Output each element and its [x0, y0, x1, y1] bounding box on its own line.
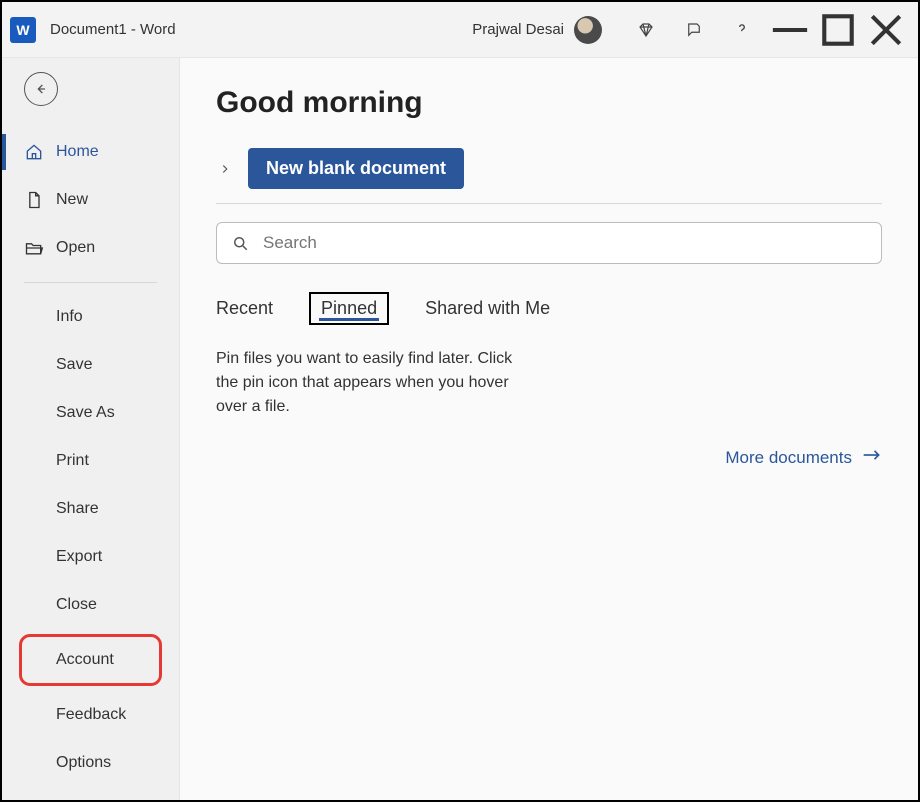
search-icon [231, 234, 249, 252]
more-documents-row: More documents [216, 447, 882, 468]
secondary-nav: Info Save Save As Print Share Export Clo… [2, 293, 179, 787]
new-blank-document-button[interactable]: New blank document [248, 148, 464, 189]
folder-open-icon [24, 238, 44, 258]
word-app-icon: W [10, 17, 36, 43]
sidebar-item-label: Account [56, 651, 114, 669]
user-name: Prajwal Desai [472, 21, 564, 38]
sidebar-item-label: Info [56, 308, 83, 326]
search-input[interactable] [263, 233, 867, 253]
sidebar-item-save-as[interactable]: Save As [2, 389, 179, 437]
sidebar-item-account[interactable]: Account [16, 631, 165, 689]
close-button[interactable] [862, 10, 910, 50]
tab-pinned[interactable]: Pinned [309, 292, 389, 325]
user-avatar[interactable] [574, 16, 602, 44]
sidebar-item-open[interactable]: Open [2, 224, 179, 272]
help-icon[interactable] [718, 10, 766, 50]
diamond-icon[interactable] [622, 10, 670, 50]
tab-shared-with-me[interactable]: Shared with Me [425, 294, 550, 323]
backstage-sidebar: Home New Open Info Save [2, 58, 180, 800]
sidebar-item-label: Open [56, 239, 95, 257]
search-box[interactable] [216, 222, 882, 264]
sidebar-item-new[interactable]: New [2, 176, 179, 224]
greeting-heading: Good morning [216, 86, 882, 120]
sidebar-item-label: Print [56, 452, 89, 470]
sidebar-item-share[interactable]: Share [2, 485, 179, 533]
sidebar-item-label: New [56, 191, 88, 209]
pinned-empty-hint: Pin files you want to easily find later.… [216, 347, 526, 419]
sidebar-item-close[interactable]: Close [2, 581, 179, 629]
minimize-button[interactable] [766, 10, 814, 50]
home-icon [24, 142, 44, 162]
chevron-right-icon[interactable] [216, 160, 234, 178]
sidebar-item-label: Close [56, 596, 97, 614]
divider [216, 203, 882, 204]
sidebar-item-label: Save As [56, 404, 115, 422]
sidebar-item-export[interactable]: Export [2, 533, 179, 581]
sidebar-item-info[interactable]: Info [2, 293, 179, 341]
document-title: Document1 - Word [50, 21, 176, 38]
sidebar-item-label: Save [56, 356, 92, 374]
word-backstage-window: W Document1 - Word Prajwal Desai [0, 0, 920, 802]
nav-divider [24, 282, 157, 283]
primary-nav: Home New Open [2, 128, 179, 272]
document-icon [24, 190, 44, 210]
sidebar-item-options[interactable]: Options [2, 739, 179, 787]
coming-soon-icon[interactable] [670, 10, 718, 50]
document-tabs: Recent Pinned Shared with Me [216, 292, 882, 325]
sidebar-item-home[interactable]: Home [2, 128, 179, 176]
sidebar-item-feedback[interactable]: Feedback [2, 691, 179, 739]
tab-recent[interactable]: Recent [216, 294, 273, 323]
titlebar: W Document1 - Word Prajwal Desai [2, 2, 918, 58]
maximize-button[interactable] [814, 10, 862, 50]
back-button[interactable] [24, 72, 58, 106]
sidebar-item-label: Share [56, 500, 99, 518]
arrow-right-icon [862, 447, 882, 468]
sidebar-item-label: Home [56, 143, 99, 161]
sidebar-item-label: Export [56, 548, 102, 566]
main-content: Good morning New blank document Recent P… [180, 58, 918, 800]
template-row: New blank document [216, 148, 882, 189]
sidebar-item-label: Feedback [56, 706, 126, 724]
sidebar-item-label: Options [56, 754, 111, 772]
more-documents-link[interactable]: More documents [725, 448, 852, 468]
sidebar-item-print[interactable]: Print [2, 437, 179, 485]
sidebar-item-save[interactable]: Save [2, 341, 179, 389]
